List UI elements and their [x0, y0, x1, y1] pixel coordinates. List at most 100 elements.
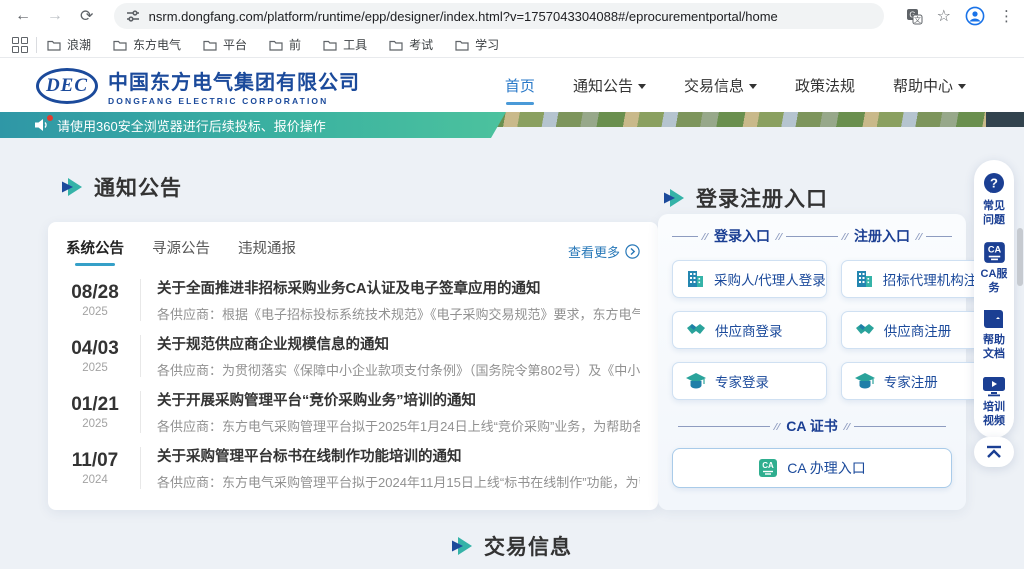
folder-icon	[389, 39, 403, 51]
purchaser-login-button[interactable]: 采购人/代理人登录	[672, 260, 827, 298]
speaker-icon	[34, 118, 49, 132]
announcement-desc: 各供应商：东方电气采购管理平台拟于2024年11月15日上线“标书在线制作”功能…	[157, 472, 640, 491]
bookmark-folder[interactable]: 浪潮	[47, 36, 91, 53]
supplier-login-button[interactable]: 供应商登录	[672, 311, 827, 349]
reload-icon[interactable]: ⟳	[74, 3, 100, 29]
graduation-cap-icon	[686, 373, 706, 390]
view-more-link[interactable]: 查看更多	[568, 242, 640, 261]
ca-apply-button[interactable]: CA CA 办理入口	[672, 448, 952, 488]
register-group-header: 注册入口	[812, 226, 952, 246]
ca-group-header: CA 证书	[672, 416, 952, 436]
folder-icon	[455, 39, 469, 51]
bookmarks-bar: 浪潮 东方电气 平台 前 工具 考试 学习	[0, 32, 1024, 58]
divider	[140, 335, 141, 377]
folder-icon	[47, 39, 61, 51]
nav-policies[interactable]: 政策法规	[795, 75, 855, 96]
announcement-year: 2025	[66, 418, 124, 430]
company-logo[interactable]: DEC 中国东方电气集团有限公司 DONGFANG ELECTRIC CORPO…	[36, 66, 360, 106]
forward-icon[interactable]: →	[42, 3, 68, 29]
back-to-top-button[interactable]	[974, 437, 1014, 467]
bookmark-folder[interactable]: 学习	[455, 36, 499, 53]
ca-badge-icon: CA	[983, 241, 1006, 264]
tab-sourcing-announcements[interactable]: 寻源公告	[152, 237, 210, 266]
banner-photo-strip-dark	[986, 112, 1024, 127]
announcement-date: 04/03	[66, 338, 124, 360]
circle-arrow-right-icon	[625, 244, 640, 259]
folder-icon	[323, 39, 337, 51]
sidebar-item-training-videos[interactable]: 培训视频	[979, 375, 1009, 429]
divider	[140, 447, 141, 489]
address-bar[interactable]: nsrm.dongfang.com/platform/runtime/epp/d…	[114, 3, 884, 29]
announcement-date: 01/21	[66, 394, 124, 416]
site-header: DEC 中国东方电气集团有限公司 DONGFANG ELECTRIC CORPO…	[0, 58, 1024, 112]
announcement-year: 2025	[66, 362, 124, 374]
sidebar-item-faq[interactable]: ? 常见问题	[979, 172, 1009, 228]
chevron-up-bar-icon	[985, 445, 1003, 459]
sidebar-item-ca-service[interactable]: CA CA服务	[979, 241, 1009, 296]
announcement-year: 2024	[66, 474, 124, 486]
announcement-date: 08/28	[66, 282, 124, 304]
apps-grid-icon[interactable]	[12, 37, 28, 53]
supplier-register-button[interactable]: 供应商注册	[841, 311, 992, 349]
tune-icon	[126, 9, 140, 23]
folder-icon	[113, 39, 127, 51]
nav-home[interactable]: 首页	[505, 75, 535, 96]
nav-help-center[interactable]: 帮助中心	[893, 75, 966, 96]
announcement-title[interactable]: 关于开展采购管理平台“竞价采购业务”培训的通知	[157, 389, 640, 410]
folder-icon	[269, 39, 283, 51]
notice-ticker-bar: 请使用360安全浏览器进行后续投标、报价操作	[0, 112, 506, 138]
profile-avatar-icon[interactable]	[965, 6, 985, 26]
list-item[interactable]: 01/21 2025 关于开展采购管理平台“竞价采购业务”培训的通知 各供应商：…	[66, 384, 640, 440]
main-nav: 首页 通知公告 交易信息 政策法规 帮助中心	[505, 58, 966, 112]
app-root: ← → ⟳ nsrm.dongfang.com/platform/runtime…	[0, 0, 1024, 569]
video-monitor-icon	[982, 375, 1006, 397]
list-item[interactable]: 08/28 2025 关于全面推进非招标采购业务CA认证及电子签章应用的通知 各…	[66, 272, 640, 328]
announcement-desc: 各供应商：东方电气采购管理平台拟于2025年1月24日上线“竞价采购”业务，为帮…	[157, 416, 640, 435]
handshake-icon	[855, 322, 875, 338]
announcement-title[interactable]: 关于规范供应商企业规模信息的通知	[157, 333, 640, 354]
notification-dot	[47, 115, 53, 121]
expert-register-button[interactable]: 专家注册	[841, 362, 992, 400]
login-panel: 登录入口 注册入口 采购人/代理人登录 招标代理机构注册 供应商登录	[658, 214, 966, 510]
ca-badge-icon: CA	[758, 458, 778, 478]
agency-register-button[interactable]: 招标代理机构注册	[841, 260, 992, 298]
bookmark-folder[interactable]: 东方电气	[113, 36, 181, 53]
translate-icon[interactable]: G文	[906, 8, 923, 25]
dec-logo-icon: DEC	[36, 68, 98, 104]
announcements-panel: 系统公告 寻源公告 违规通报 查看更多 08/28 2025 关于全面推进非招标…	[48, 222, 658, 510]
nav-trade-info[interactable]: 交易信息	[684, 75, 757, 96]
url-text[interactable]: nsrm.dongfang.com/platform/runtime/epp/d…	[149, 9, 778, 24]
divider	[140, 391, 141, 433]
section-arrow-icon	[664, 189, 684, 207]
building-icon	[686, 270, 705, 288]
expert-login-button[interactable]: 专家登录	[672, 362, 827, 400]
announcement-title[interactable]: 关于采购管理平台标书在线制作功能培训的通知	[157, 445, 640, 466]
scrollbar-thumb[interactable]	[1017, 228, 1023, 286]
nav-announcements[interactable]: 通知公告	[573, 75, 646, 96]
login-group-header: 登录入口	[672, 226, 812, 246]
svg-text:?: ?	[990, 176, 998, 191]
bookmark-star-icon[interactable]: ☆	[937, 6, 951, 26]
company-name-en: DONGFANG ELECTRIC CORPORATION	[108, 96, 360, 106]
section-arrow-icon	[62, 178, 82, 196]
building-icon	[855, 270, 874, 288]
browser-toolbar: ← → ⟳ nsrm.dongfang.com/platform/runtime…	[0, 0, 1024, 32]
announcement-list: 08/28 2025 关于全面推进非招标采购业务CA认证及电子签章应用的通知 各…	[66, 272, 640, 496]
back-icon[interactable]: ←	[10, 3, 36, 29]
tab-system-announcements[interactable]: 系统公告	[66, 237, 124, 266]
notice-ticker-text: 请使用360安全浏览器进行后续投标、报价操作	[57, 116, 326, 135]
menu-dots-icon[interactable]: ⋮	[999, 7, 1014, 25]
announcement-year: 2025	[66, 306, 124, 318]
bookmark-folder[interactable]: 工具	[323, 36, 367, 53]
list-item[interactable]: 04/03 2025 关于规范供应商企业规模信息的通知 各供应商：为贯彻落实《保…	[66, 328, 640, 384]
question-bubble-icon: ?	[982, 172, 1006, 196]
folder-icon	[203, 39, 217, 51]
announcements-section-title: 通知公告	[62, 172, 182, 202]
tab-violation-reports[interactable]: 违规通报	[238, 237, 296, 266]
announcement-title[interactable]: 关于全面推进非招标采购业务CA认证及电子签章应用的通知	[157, 277, 640, 298]
bookmark-folder[interactable]: 前	[269, 36, 301, 53]
sidebar-item-help-docs[interactable]: 帮助文档	[979, 308, 1009, 362]
list-item[interactable]: 11/07 2024 关于采购管理平台标书在线制作功能培训的通知 各供应商：东方…	[66, 440, 640, 496]
bookmark-folder[interactable]: 平台	[203, 36, 247, 53]
bookmark-folder[interactable]: 考试	[389, 36, 433, 53]
